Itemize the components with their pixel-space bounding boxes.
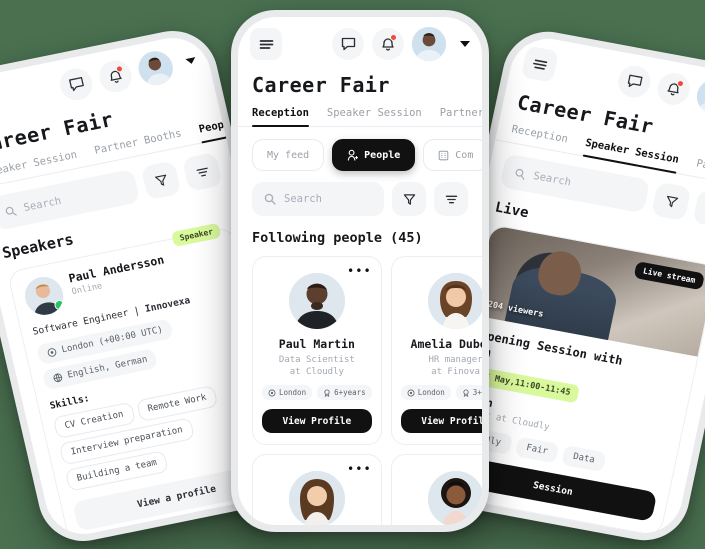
experience-text: 3+years [472, 388, 482, 398]
bell-icon[interactable] [654, 70, 693, 108]
segment-companies[interactable]: Com [423, 139, 482, 171]
view-profile-button[interactable]: View Profile [400, 409, 482, 434]
segment-label: People [364, 149, 401, 161]
more-options-icon[interactable]: ••• [347, 463, 372, 475]
bell-icon[interactable] [372, 28, 404, 60]
session-tag[interactable]: Data [561, 445, 607, 473]
segment-my-feed[interactable]: My feed [252, 139, 325, 171]
phone-center: Career Fair Reception Speaker Session Pa… [231, 10, 489, 532]
location-icon [47, 348, 57, 357]
sort-icon[interactable] [434, 182, 468, 216]
globe-icon [53, 373, 63, 383]
avatar[interactable] [135, 48, 177, 89]
avatar [427, 471, 482, 525]
person-company-text: at Finova [431, 367, 480, 378]
search-placeholder-text: Search [22, 194, 63, 215]
person-card[interactable]: ••• Amelia Dubois HR manager at Finova [390, 256, 482, 446]
session-tag[interactable]: Fair [514, 436, 560, 464]
badge-icon [324, 389, 330, 397]
building-icon [438, 150, 449, 160]
avatar [288, 273, 345, 329]
tab-speaker-session[interactable]: Speaker Session [327, 107, 422, 126]
left-spacer [6, 89, 53, 99]
search-placeholder-text: Search [284, 193, 322, 205]
segment-row: My feed People Com [238, 127, 482, 171]
avatar[interactable] [412, 27, 446, 61]
view-profile-button[interactable]: View Profile [262, 409, 372, 434]
person-name: Amelia Dubois [410, 337, 482, 351]
chat-icon[interactable] [57, 65, 96, 104]
person-name: Paul Martin [278, 337, 355, 351]
tab-reception[interactable]: Reception [252, 107, 309, 127]
search-input[interactable]: Search [252, 182, 384, 216]
person-chips: London 3+years [400, 385, 482, 401]
funnel-icon[interactable] [392, 182, 426, 216]
avatar [427, 273, 482, 329]
languages-text: English, German [66, 354, 149, 381]
person-role: HR manager at Finova [428, 354, 482, 378]
person-role-text: Data Scientist [278, 355, 355, 365]
avatar [21, 273, 67, 319]
chevron-down-icon[interactable] [460, 41, 470, 47]
search-placeholder-text: Search [532, 169, 573, 189]
avatar[interactable] [693, 76, 705, 117]
speaker-separator: | [132, 305, 141, 318]
notification-dot [390, 34, 397, 41]
location-chip: London [262, 385, 313, 401]
tab-partner-booth[interactable]: Partner Booth [440, 107, 482, 126]
person-company-text: at Cloudly [289, 367, 344, 378]
search-icon [5, 206, 17, 216]
segment-people[interactable]: People [332, 139, 416, 171]
person-chips: London 6+years [262, 385, 372, 401]
location-icon [407, 389, 415, 397]
funnel-icon[interactable] [650, 181, 692, 222]
avatar [288, 471, 345, 525]
location-chip: London [400, 385, 451, 401]
badge-icon [463, 389, 469, 397]
notification-dot [676, 79, 685, 88]
bell-icon[interactable] [96, 57, 135, 96]
person-add-icon [347, 149, 359, 161]
segment-label: Com [455, 149, 474, 161]
more-options-icon[interactable]: ••• [347, 265, 372, 277]
location-text: London [279, 388, 307, 398]
segment-label: My feed [267, 149, 310, 161]
location-icon [268, 389, 276, 397]
menu-icon[interactable] [520, 45, 559, 83]
experience-text: 6+years [334, 388, 366, 398]
notification-dot [115, 64, 124, 74]
location-text: London [417, 388, 445, 398]
center-tabs: Reception Speaker Session Partner Booth [238, 107, 482, 127]
menu-icon[interactable] [250, 28, 282, 60]
menu-icon[interactable] [0, 84, 2, 123]
person-card[interactable]: ••• Avigail Szabó Data Scientist at Clou… [390, 454, 482, 525]
speaker-id: Paul Andersson Online [67, 253, 168, 298]
page-title: Career Fair [252, 73, 390, 97]
phone-center-bezel: Career Fair Reception Speaker Session Pa… [238, 17, 482, 525]
section-title: Following people (45) [252, 230, 423, 246]
person-card[interactable]: ••• Laura Kovács Project Manager at Jony [252, 454, 382, 525]
live-stream-badge: Live stream [633, 261, 705, 291]
experience-chip: 3+years [455, 385, 482, 401]
search-icon [264, 193, 276, 205]
phone-center-screen: Career Fair Reception Speaker Session Pa… [238, 17, 482, 525]
chat-icon[interactable] [615, 63, 654, 101]
chat-icon[interactable] [332, 28, 364, 60]
search-icon [515, 168, 525, 180]
composition-stage: Career Fair Speaker Session Partner Boot… [0, 0, 705, 549]
center-search-row: Search [238, 171, 482, 216]
person-role-text: HR manager [428, 355, 482, 365]
person-card[interactable]: ••• Paul Martin Data Scientist at Cloudl… [252, 256, 382, 446]
person-role: Data Scientist at Cloudly [279, 354, 355, 378]
speaker-company: Innovexa [143, 295, 192, 315]
right-spacer [564, 69, 611, 78]
experience-chip: 6+years [317, 385, 372, 401]
center-appbar [238, 17, 482, 69]
people-grid: ••• Paul Martin Data Scientist at Cloudl… [238, 246, 482, 525]
chevron-down-icon[interactable] [185, 57, 197, 65]
